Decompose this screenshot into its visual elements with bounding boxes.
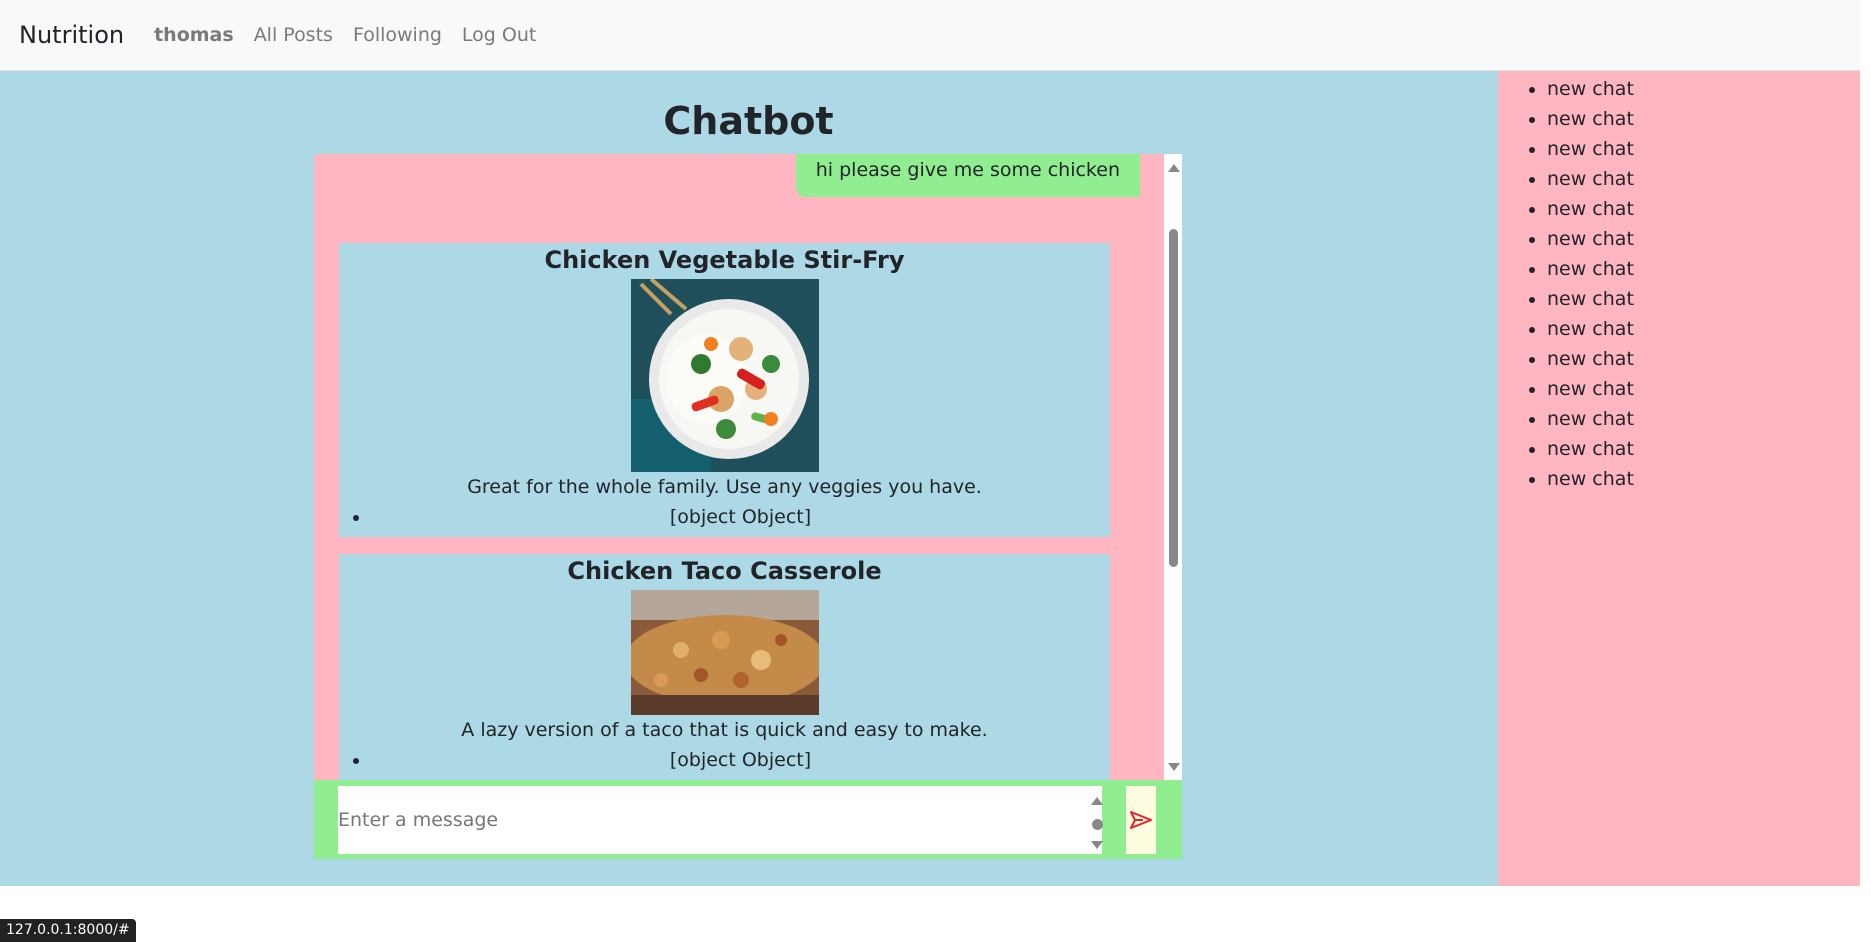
message-input-bar: Enter a message	[314, 780, 1182, 859]
input-scroll-dot-icon	[1092, 819, 1103, 830]
scroll-up-arrow-icon[interactable]	[1168, 164, 1180, 172]
send-button[interactable]	[1126, 786, 1156, 854]
recipe-description: A lazy version of a taco that is quick a…	[461, 719, 988, 741]
recipe-card: Chicken Taco Casserole A lazy version of…	[339, 554, 1110, 781]
input-scroll-down-icon[interactable]	[1091, 841, 1103, 849]
sidebar-chat-item[interactable]: new chat	[1547, 254, 1860, 284]
input-scroll-control[interactable]	[1090, 794, 1104, 852]
sidebar-chat-item[interactable]: new chat	[1547, 314, 1860, 344]
sidebar-chat-item[interactable]: new chat	[1547, 134, 1860, 164]
sidebar-chat-item[interactable]: new chat	[1547, 374, 1860, 404]
window-edge	[1860, 0, 1871, 942]
nav-all-posts-link[interactable]: All Posts	[254, 24, 333, 46]
list-item: [object Object]	[371, 502, 1110, 532]
input-scroll-up-icon[interactable]	[1091, 797, 1103, 805]
message-input-placeholder: Enter a message	[338, 809, 499, 831]
sidebar-chat-item[interactable]: new chat	[1547, 224, 1860, 254]
list-item: [object Object]	[371, 745, 1110, 775]
chat-history-list: new chatnew chatnew chatnew chatnew chat…	[1498, 71, 1860, 494]
recipe-title: Chicken Taco Casserole	[567, 557, 882, 585]
sidebar-chat-item[interactable]: new chat	[1547, 104, 1860, 134]
nav-following-link[interactable]: Following	[353, 24, 442, 46]
brand-logo[interactable]: Nutrition	[19, 21, 124, 49]
sidebar-chat-item[interactable]: new chat	[1547, 74, 1860, 104]
chat-window: hi please give me some chicken Chicken V…	[314, 154, 1182, 781]
sidebar-chat-item[interactable]: new chat	[1547, 164, 1860, 194]
nav-user-link[interactable]: thomas	[154, 24, 234, 46]
nav-logout-link[interactable]: Log Out	[462, 24, 536, 46]
message-input[interactable]: Enter a message	[338, 786, 1104, 854]
top-navbar: Nutrition thomas All Posts Following Log…	[0, 0, 1860, 71]
sidebar-chat-item[interactable]: new chat	[1547, 464, 1860, 494]
chat-history-sidebar: new chatnew chatnew chatnew chatnew chat…	[1498, 71, 1860, 886]
recipe-ingredients-list: [object Object]	[339, 745, 1110, 775]
sidebar-chat-item[interactable]: new chat	[1547, 194, 1860, 224]
recipe-image-taco-casserole	[630, 590, 819, 715]
status-bar-url: 127.0.0.1:8000/#	[0, 919, 136, 942]
sidebar-chat-item[interactable]: new chat	[1547, 284, 1860, 314]
scroll-thumb[interactable]	[1169, 229, 1178, 567]
page-title: Chatbot	[663, 99, 834, 143]
recipe-description: Great for the whole family. Use any vegg…	[467, 476, 982, 498]
sidebar-chat-item[interactable]: new chat	[1547, 434, 1860, 464]
chat-scrollbar[interactable]	[1164, 154, 1182, 781]
main-content: Chatbot hi please give me some chicken C…	[0, 71, 1498, 886]
sidebar-chat-item[interactable]: new chat	[1547, 404, 1860, 434]
recipe-title: Chicken Vegetable Stir-Fry	[544, 246, 905, 274]
send-icon	[1130, 811, 1152, 829]
recipe-card: Chicken Vegetable Stir-Fry Great for the…	[339, 243, 1110, 537]
recipe-image-stir-fry	[630, 279, 819, 472]
sidebar-chat-item[interactable]: new chat	[1547, 344, 1860, 374]
chat-messages: hi please give me some chicken Chicken V…	[314, 154, 1164, 781]
scroll-down-arrow-icon[interactable]	[1168, 763, 1180, 771]
recipe-ingredients-list: [object Object]	[339, 502, 1110, 532]
user-message-bubble: hi please give me some chicken	[795, 154, 1140, 197]
